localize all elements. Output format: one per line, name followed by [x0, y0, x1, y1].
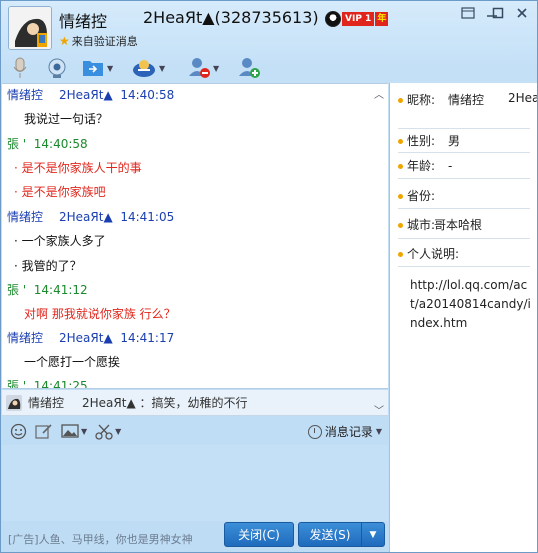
nickname-val2: 2HeaЯt▲ — [508, 91, 537, 105]
subtitle-text: 来自验证消息 — [71, 35, 138, 48]
city-field: 城市: 哥本哈根 — [398, 211, 530, 239]
nickname-field: 昵称: 情绪控 2HeaЯt▲ — [398, 91, 537, 129]
message-text: 我说过一句话？ — [24, 112, 109, 126]
subtitle: ★ 来自验证消息 — [59, 33, 138, 49]
message-header: 張 ' 14:41:12 — [7, 283, 88, 297]
clock-icon — [307, 424, 322, 439]
message-text: · 我管的了？ — [14, 259, 82, 273]
quote-text: 2HeaЯt▲ ：搞笑，幼稚的不行 — [82, 396, 248, 410]
message-header: 情绪控 2HeaЯt▲ 14:40:58 — [7, 88, 175, 102]
bullet-icon — [398, 164, 403, 169]
message-header: 張 ' 14:41:25 — [7, 379, 88, 389]
microphone-icon[interactable] — [11, 55, 29, 81]
chat-toolbar: ▼ ▼ ▼ — [1, 53, 389, 83]
remote-assist-icon[interactable]: ▼ — [131, 55, 165, 81]
emoji-icon[interactable] — [10, 423, 27, 440]
message-record-button[interactable]: 消息记录 ▼ — [307, 423, 382, 440]
contact-name: 情绪控 — [59, 12, 108, 31]
close-icon[interactable] — [513, 7, 531, 21]
scroll-up-icon[interactable]: ︿ — [374, 86, 384, 101]
gender-field: 性别: 男 — [398, 129, 530, 153]
send-options-button[interactable]: ▼ — [361, 522, 385, 547]
bullet-icon — [398, 194, 403, 199]
message-header: 情绪控 2HeaЯt▲ 14:41:17 — [7, 331, 175, 345]
bullet-icon — [398, 98, 403, 103]
message-input[interactable] — [2, 445, 388, 521]
qq-chat-window: 情绪控 2HeaЯt▲(328735613) VIP 1 年 ★ 来自验证消息 — [0, 0, 538, 553]
file-transfer-icon[interactable]: ▼ — [81, 55, 113, 81]
contact-nick-qq: 2HeaЯt▲(328735613) — [143, 8, 319, 27]
bullet-icon — [398, 139, 403, 144]
message-header: 情绪控 2HeaЯt▲ 14:41:05 — [7, 210, 175, 224]
vip-badge[interactable]: VIP 1 年 — [325, 11, 389, 27]
message-record-label: 消息记录 — [324, 425, 373, 439]
image-icon[interactable]: ▼ — [61, 423, 87, 439]
avatar[interactable] — [8, 6, 52, 50]
province-field: 省份: — [398, 183, 530, 209]
message-text: 一个愿打一个愿挨 — [24, 355, 121, 369]
vip-year: 年 — [375, 12, 389, 26]
block-contact-icon[interactable]: ▼ — [187, 55, 219, 81]
age-field: 年龄: - — [398, 153, 530, 179]
bullet-icon — [398, 252, 403, 257]
message-text: 对啊 那我就说你家族 行么？ — [24, 307, 176, 321]
edit-icon[interactable] — [35, 423, 53, 440]
message-text: · 一个家族人多了 — [14, 234, 106, 248]
maximize-icon[interactable] — [489, 7, 507, 21]
message-header: 張 ' 14:40:58 — [7, 137, 88, 151]
close-button[interactable]: 关闭(C) — [224, 522, 294, 547]
title-bar: 情绪控 2HeaЯt▲(328735613) VIP 1 年 ★ 来自验证消息 — [1, 1, 537, 53]
input-toolbar: ▼ ▼ 消息记录 ▼ — [2, 417, 388, 445]
video-camera-icon[interactable] — [45, 55, 69, 81]
screenshot-icon[interactable]: ▼ — [95, 423, 121, 440]
bio-field: 个人说明: — [398, 241, 530, 267]
ad-link[interactable]: [广告]人鱼、马甲线，你也是男神女神 — [8, 531, 193, 547]
mini-avatar-icon — [6, 394, 22, 411]
message-text: · 是不是你家族人干的事 — [14, 161, 142, 175]
chat-history[interactable]: ︿ 情绪控 2HeaЯt▲ 14:40:58 我说过一句话？ 張 ' 14:40:… — [2, 83, 388, 389]
bio-link[interactable]: http://lol.qq.com/act/a20140814candy/ind… — [410, 276, 532, 333]
add-contact-icon[interactable] — [237, 55, 261, 81]
scroll-down-icon[interactable]: ﹀ — [374, 402, 384, 417]
bullet-icon — [398, 223, 403, 228]
skin-icon[interactable] — [459, 7, 477, 21]
star-icon: ★ — [59, 34, 70, 48]
message-text: · 是不是你家族吧 — [14, 185, 106, 199]
penguin-icon — [325, 11, 341, 27]
quote-bar[interactable]: 情绪控 2HeaЯt▲ ：搞笑，幼稚的不行 ﹀ — [2, 390, 388, 417]
vip-label: VIP 1 — [342, 12, 375, 26]
quote-name: 情绪控 — [28, 396, 65, 410]
bottom-bar: [广告]人鱼、马甲线，你也是男神女神 关闭(C) 发送(S) ▼ — [2, 521, 388, 552]
send-button[interactable]: 发送(S) — [298, 522, 362, 547]
profile-panel: 昵称: 情绪控 2HeaЯt▲ 性别: 男 年龄: - 省份: 城市: 哥本哈根… — [389, 83, 537, 552]
